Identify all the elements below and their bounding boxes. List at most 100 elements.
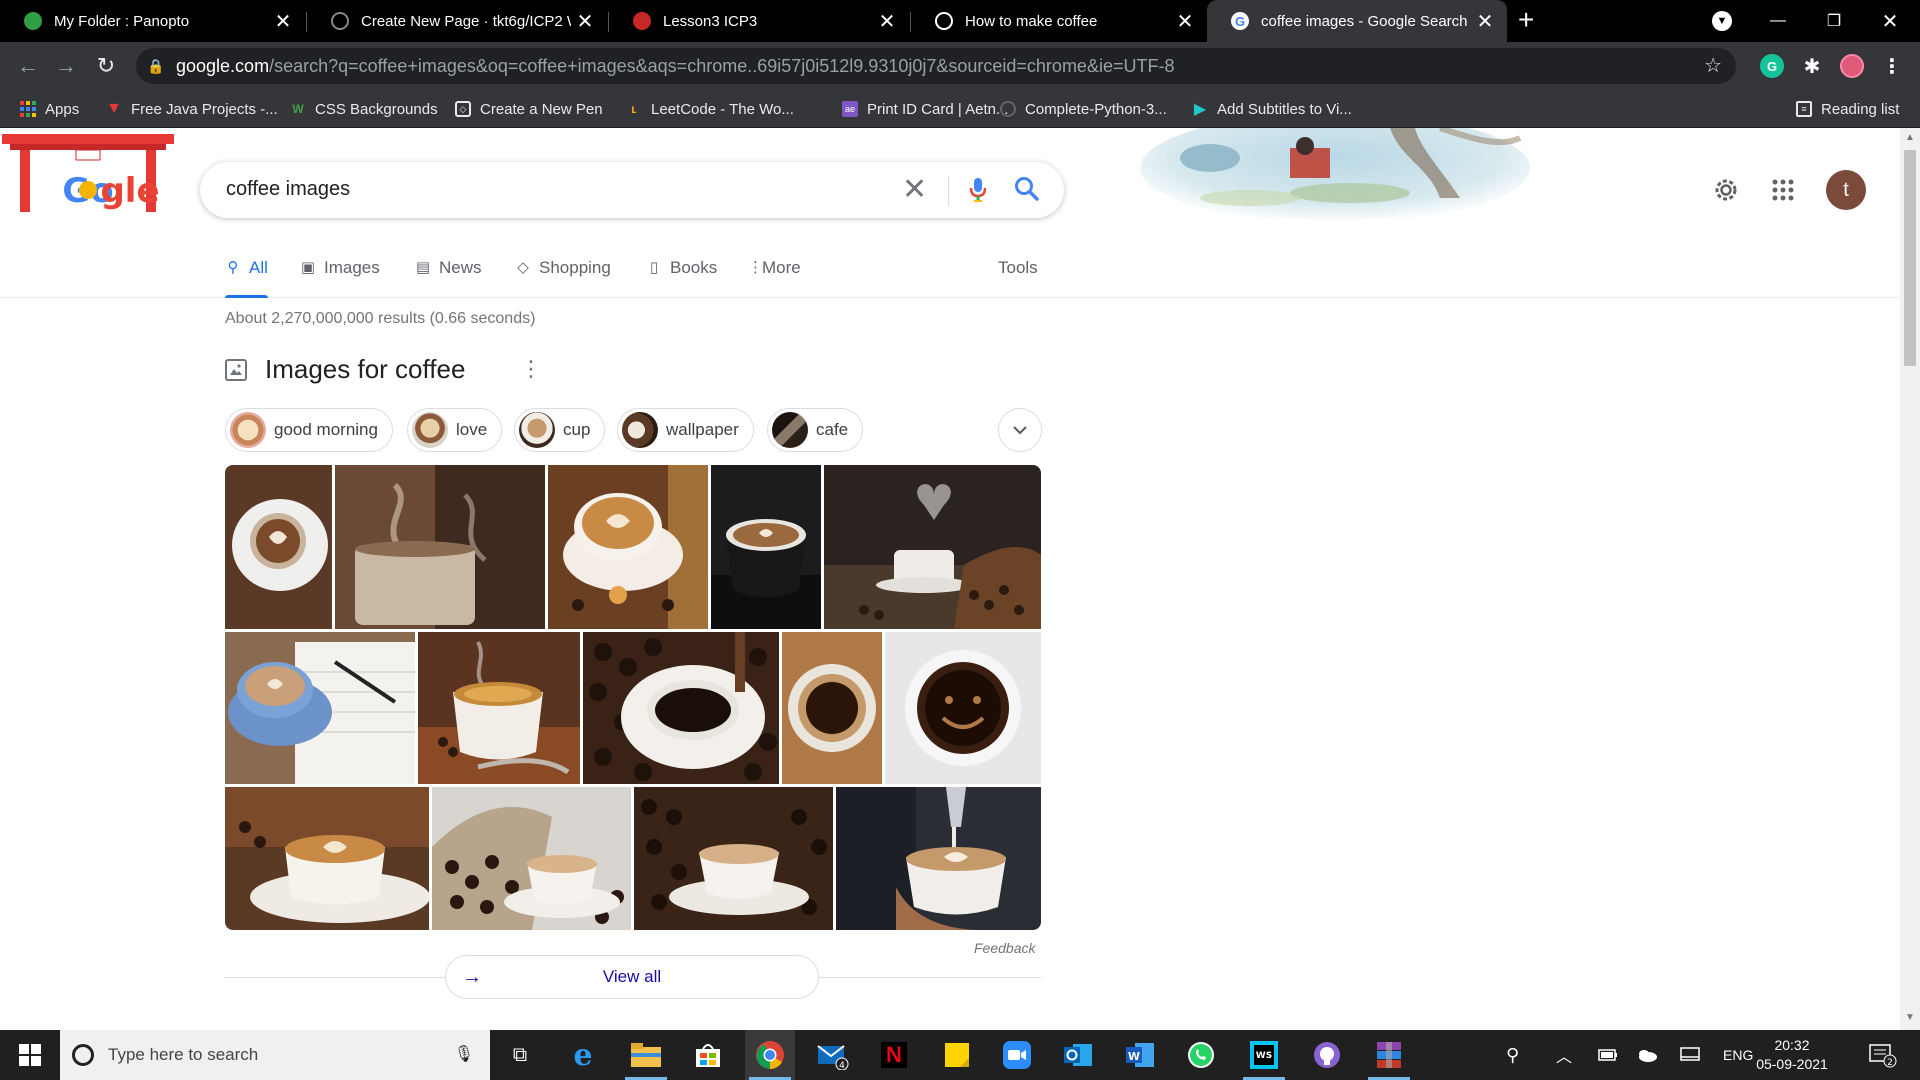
view-all-button[interactable]: → View all: [445, 955, 819, 999]
search-icon[interactable]: [1014, 176, 1040, 207]
tab-coffee-images[interactable]: G coffee images - Google Search ✕: [1207, 0, 1507, 42]
image-result[interactable]: [836, 787, 1041, 930]
mail-icon[interactable]: 4: [808, 1030, 858, 1080]
chrome-icon[interactable]: [745, 1030, 795, 1080]
google-doodle-logo[interactable]: Go gle: [2, 132, 174, 216]
bookmark-codepen[interactable]: ◇ Create a New Pen: [455, 90, 603, 128]
tab-search-button[interactable]: ▼: [1692, 0, 1752, 42]
tab-shopping[interactable]: ◇ Shopping: [515, 258, 611, 298]
scroll-up-icon[interactable]: ▲: [1905, 132, 1915, 143]
close-icon[interactable]: ✕: [873, 9, 901, 34]
word-icon[interactable]: W: [1115, 1030, 1165, 1080]
battery-icon[interactable]: [1598, 1030, 1618, 1080]
images-section-heading[interactable]: Images for coffee: [225, 354, 465, 385]
chip-cafe[interactable]: cafe: [767, 408, 864, 452]
more-options-icon[interactable]: ⋮: [520, 358, 542, 380]
search-input[interactable]: coffee images: [226, 178, 350, 201]
windows-start-button[interactable]: [0, 1030, 60, 1080]
close-icon[interactable]: ✕: [571, 9, 599, 34]
microphone-icon[interactable]: 🎙: [454, 1044, 474, 1064]
chip-wallpaper[interactable]: wallpaper: [617, 408, 754, 452]
image-result[interactable]: [885, 632, 1041, 784]
outlook-icon[interactable]: [1053, 1030, 1103, 1080]
image-result[interactable]: [711, 465, 821, 629]
display-icon[interactable]: [1680, 1030, 1700, 1080]
image-result[interactable]: [225, 632, 415, 784]
github-desktop-icon[interactable]: [1302, 1030, 1352, 1080]
grammarly-icon[interactable]: G: [1760, 54, 1784, 78]
file-explorer-icon[interactable]: [621, 1030, 671, 1080]
tab-books[interactable]: ▯ Books: [646, 258, 717, 298]
image-result[interactable]: [583, 632, 779, 784]
bookmark-complete-python[interactable]: Complete-Python-3...: [1000, 90, 1167, 128]
image-result[interactable]: [634, 787, 833, 930]
bookmark-apps[interactable]: Apps: [20, 90, 79, 128]
bookmark-aetn[interactable]: ae Print ID Card | Aetn...: [842, 90, 1008, 128]
doodle-banner-illustration[interactable]: [1140, 128, 1530, 223]
webstorm-icon[interactable]: WS: [1239, 1030, 1289, 1080]
scroll-down-icon[interactable]: ▼: [1905, 1012, 1915, 1023]
restore-button[interactable]: ❐: [1804, 0, 1864, 42]
profile-avatar-icon[interactable]: [1840, 54, 1864, 78]
tab-news[interactable]: ▤ News: [415, 258, 482, 298]
account-avatar[interactable]: t: [1826, 170, 1866, 210]
tab-github[interactable]: Create New Page · tkt6g/ICP2 Wi ✕: [307, 0, 607, 42]
settings-gear-icon[interactable]: [1706, 170, 1746, 210]
new-tab-button[interactable]: +: [1518, 4, 1534, 36]
clear-search-icon[interactable]: ✕: [902, 172, 927, 207]
microphone-icon[interactable]: [968, 176, 988, 209]
edge-icon[interactable]: e: [558, 1030, 608, 1080]
onedrive-icon[interactable]: [1636, 1030, 1658, 1080]
image-result[interactable]: [782, 632, 882, 784]
tab-how-to-make-coffee[interactable]: How to make coffee ✕: [911, 0, 1207, 42]
back-button[interactable]: ←: [10, 42, 46, 90]
tab-more[interactable]: ⋮ More: [748, 258, 801, 298]
tools-button[interactable]: Tools: [998, 258, 1038, 298]
extensions-puzzle-icon[interactable]: ✱: [1800, 54, 1824, 78]
feedback-link[interactable]: Feedback: [974, 940, 1035, 956]
tab-panopto[interactable]: My Folder : Panopto ✕: [0, 0, 305, 42]
image-result[interactable]: [225, 787, 429, 930]
notifications-icon[interactable]: 2: [1868, 1030, 1898, 1080]
bookmark-free-java[interactable]: ▼ Free Java Projects -...: [106, 90, 278, 128]
people-icon[interactable]: ⚲: [1506, 1030, 1519, 1080]
bookmark-css-backgrounds[interactable]: W CSS Backgrounds: [290, 90, 437, 128]
minimize-button[interactable]: —: [1748, 0, 1808, 42]
chevron-up-icon[interactable]: ︿: [1556, 1030, 1572, 1080]
microsoft-store-icon[interactable]: [683, 1030, 733, 1080]
sticky-notes-icon[interactable]: [932, 1030, 982, 1080]
close-icon[interactable]: ✕: [1471, 9, 1499, 34]
image-result[interactable]: [824, 465, 1041, 629]
page-scrollbar[interactable]: ▲ ▼: [1900, 128, 1920, 1030]
chip-cup[interactable]: cup: [514, 408, 606, 452]
system-clock[interactable]: 20:32 05-09-2021: [1752, 1036, 1832, 1074]
forward-button[interactable]: →: [48, 42, 84, 90]
image-result[interactable]: [432, 787, 631, 930]
tab-images[interactable]: ▣ Images: [300, 258, 380, 298]
scrollbar-thumb[interactable]: [1904, 150, 1916, 366]
winrar-icon[interactable]: [1364, 1030, 1414, 1080]
task-view-icon[interactable]: ⧉: [495, 1030, 545, 1080]
chip-love[interactable]: love: [407, 408, 503, 452]
google-apps-icon[interactable]: [1763, 170, 1803, 210]
tab-all[interactable]: ⚲ All: [225, 258, 268, 298]
zoom-icon[interactable]: [992, 1030, 1042, 1080]
search-box[interactable]: coffee images ✕: [200, 162, 1064, 218]
close-window-button[interactable]: ✕: [1860, 0, 1920, 42]
address-bar[interactable]: 🔒 google.com/search?q=coffee+images&oq=c…: [136, 48, 1736, 84]
bookmark-add-subtitles[interactable]: ▶ Add Subtitles to Vi...: [1192, 90, 1352, 128]
netflix-icon[interactable]: N: [869, 1030, 919, 1080]
taskbar-search-box[interactable]: Type here to search 🎙: [60, 1030, 490, 1080]
image-result[interactable]: [225, 465, 332, 629]
bookmark-leetcode[interactable]: ʟ LeetCode - The Wo...: [626, 90, 794, 128]
tab-lesson3[interactable]: Lesson3 ICP3 ✕: [609, 0, 909, 42]
close-icon[interactable]: ✕: [269, 9, 297, 34]
image-result[interactable]: [335, 465, 545, 629]
expand-chips-button[interactable]: [998, 408, 1042, 452]
reading-list[interactable]: ≡ Reading list: [1796, 90, 1899, 128]
bookmark-star-icon[interactable]: ☆: [1704, 53, 1722, 78]
reload-button[interactable]: ↻: [88, 42, 124, 90]
whatsapp-icon[interactable]: [1176, 1030, 1226, 1080]
language-indicator[interactable]: ENG: [1723, 1030, 1753, 1080]
image-result[interactable]: [418, 632, 580, 784]
